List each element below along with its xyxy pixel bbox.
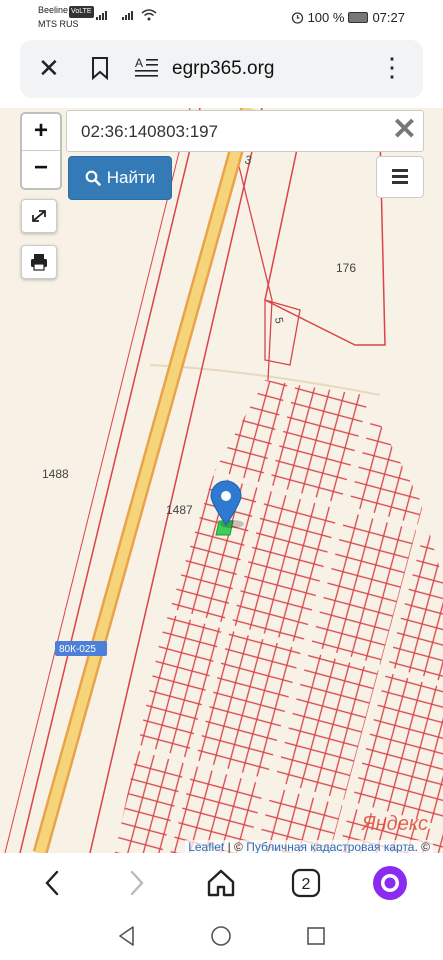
attribution-suffix: . © (414, 840, 430, 854)
zoom-out-button[interactable]: − (22, 150, 60, 187)
parcel-1487-label: 1487 (166, 503, 193, 517)
attribution-separator: | © (224, 840, 247, 854)
forward-button[interactable] (119, 865, 155, 901)
chevron-right-icon (130, 870, 144, 896)
search-icon (85, 170, 101, 186)
parcel-176-label: 176 (336, 261, 356, 275)
system-back-icon[interactable] (116, 925, 138, 947)
back-button[interactable] (34, 865, 70, 901)
clock: 07:27 (372, 10, 405, 25)
more-menu-icon[interactable]: ⋮ (379, 52, 405, 82)
find-button[interactable]: Найти (68, 156, 172, 200)
print-button[interactable] (21, 245, 57, 279)
battery-icon (348, 12, 369, 23)
leaflet-link[interactable]: Leaflet (188, 840, 224, 854)
pkk-link[interactable]: Публичная кадастровая карта (246, 840, 414, 854)
home-button[interactable] (203, 865, 239, 901)
url-text[interactable]: egrp365.org (172, 58, 274, 80)
volte-badge: VoLTE (69, 6, 94, 18)
map-view[interactable]: 3 176 5 1488 1487 80К-025 Яндекс (0, 108, 443, 853)
road-badge-label: 80К-025 (59, 644, 96, 655)
printer-icon (31, 254, 47, 271)
carrier-info: Beeline VoLTE MTS RUS (38, 4, 94, 30)
cadastral-number-input[interactable] (79, 119, 383, 145)
tabs-icon: 2 (291, 868, 321, 898)
find-button-label: Найти (106, 168, 156, 187)
signal-icon (96, 11, 107, 20)
zoom-control: + − (20, 112, 62, 190)
home-icon (207, 869, 235, 897)
alice-button[interactable] (372, 865, 408, 901)
wifi-icon (141, 9, 157, 21)
battery-percent: 100 % (307, 10, 345, 25)
address-bar: ✕ A egrp365.org ⋮ (20, 40, 423, 98)
fullscreen-button[interactable] (21, 199, 57, 233)
hamburger-icon (392, 169, 408, 172)
yandex-logo: Яндекс (361, 813, 428, 835)
carrier-1: Beeline (38, 5, 69, 15)
map-attribution: Leaflet | © Публичная кадастровая карта.… (185, 840, 433, 854)
system-home-icon[interactable] (210, 925, 232, 947)
parcel-1488-label: 1488 (42, 467, 69, 481)
layers-menu-button[interactable] (376, 156, 424, 198)
zoom-in-button[interactable]: + (22, 114, 60, 150)
cadastral-search: ✕ (66, 110, 424, 152)
bookmark-icon[interactable] (90, 56, 110, 80)
clear-icon[interactable]: ✕ (392, 114, 417, 146)
close-icon[interactable]: ✕ (38, 55, 60, 81)
carrier-2: MTS RUS (38, 19, 79, 29)
browser-nav-bar: 2 (0, 853, 443, 913)
status-bar: Beeline VoLTE MTS RUS 100 % 07:27 (0, 0, 443, 36)
system-nav-bar (0, 913, 443, 960)
tab-count: 2 (302, 876, 311, 893)
signal-icon-2 (122, 11, 133, 20)
tabs-button[interactable]: 2 (288, 865, 324, 901)
svg-text:A: A (135, 56, 143, 70)
system-recents-icon[interactable] (305, 925, 327, 947)
alice-assistant-icon (373, 866, 407, 900)
alarm-icon (291, 12, 303, 24)
status-right: 100 % 07:27 (291, 10, 405, 25)
chevron-left-icon (45, 870, 59, 896)
map-tiles: 3 176 5 1488 1487 80К-025 Яндекс (0, 108, 443, 853)
expand-icon (32, 210, 46, 222)
reader-mode-icon[interactable]: A (135, 55, 159, 79)
